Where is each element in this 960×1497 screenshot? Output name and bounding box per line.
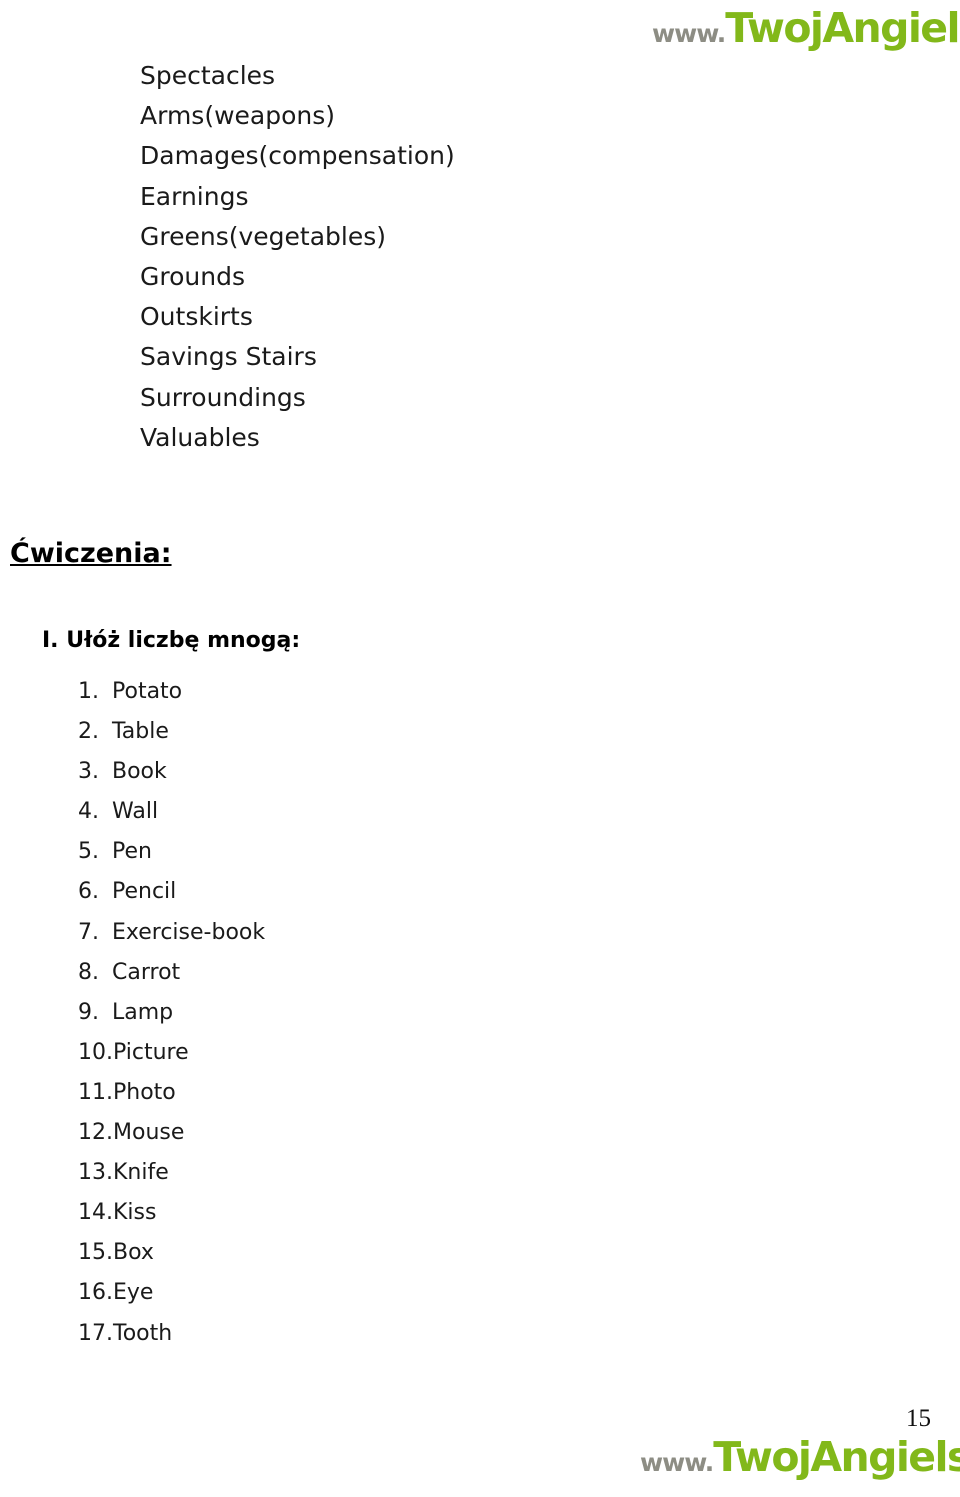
list-item-word: Wall xyxy=(112,799,159,825)
list-item: 2. Table xyxy=(78,712,578,752)
logo-www-prefix: www. xyxy=(640,1448,714,1477)
list-item-number: 11. xyxy=(78,1079,113,1105)
list-item-word: Table xyxy=(112,719,169,745)
list-item: 4. Wall xyxy=(78,792,578,832)
list-item: Damages(compensation) xyxy=(140,141,455,171)
list-item: 12.Mouse xyxy=(78,1113,578,1153)
header-site-logo: www.TwojAngielski.pl xyxy=(652,8,960,49)
list-item: 15.Box xyxy=(78,1233,578,1273)
list-item-word: Potato xyxy=(112,679,183,704)
list-item: Surroundings xyxy=(140,382,306,412)
list-item: 16.Eye xyxy=(78,1273,578,1313)
list-item: 14.Kiss xyxy=(78,1193,578,1233)
list-item: 9. Lamp xyxy=(78,993,578,1033)
task-instruction: I. Ułóż liczbę mnogą: xyxy=(42,628,301,653)
page-number: 15 xyxy=(906,1405,931,1432)
list-item-number: 14. xyxy=(78,1200,113,1226)
list-item-word: Pencil xyxy=(112,879,177,905)
section-heading-exercises: Ćwiczenia: xyxy=(10,538,172,569)
logo-brand-name: TwojAngielski xyxy=(713,1433,960,1481)
list-item: 17.Tooth xyxy=(78,1314,578,1354)
list-item: 1. Potato xyxy=(78,672,578,712)
list-item-word: Lamp xyxy=(112,999,174,1025)
list-item: 8. Carrot xyxy=(78,953,578,993)
list-item-number: 5. xyxy=(78,839,99,865)
list-item-word: Eye xyxy=(113,1280,154,1306)
list-item-number: 10. xyxy=(78,1039,113,1065)
list-item: 11.Photo xyxy=(78,1073,578,1113)
list-item-number: 13. xyxy=(78,1160,113,1186)
list-item: Spectacles xyxy=(140,61,276,90)
list-item: Savings Stairs xyxy=(140,342,317,372)
list-item-word: Tooth xyxy=(113,1320,173,1346)
list-item: Valuables xyxy=(140,422,260,452)
list-item-number: 8. xyxy=(78,959,99,985)
list-item: 10.Picture xyxy=(78,1033,578,1073)
list-item-word: Picture xyxy=(113,1039,189,1065)
list-item: 6. Pencil xyxy=(78,872,578,912)
list-item-word: Pen xyxy=(112,839,152,865)
list-item-number: 1. xyxy=(78,679,99,704)
list-item-word: Book xyxy=(112,759,167,785)
list-item-number: 6. xyxy=(78,879,99,905)
footer-site-logo: www.TwojAngielski.pl xyxy=(640,1437,960,1478)
list-item-word: Photo xyxy=(113,1079,176,1105)
list-item-number: 17. xyxy=(78,1320,113,1346)
logo-www-prefix: www. xyxy=(652,19,726,48)
list-item-number: 9. xyxy=(78,999,99,1025)
list-item-number: 16. xyxy=(78,1280,113,1306)
list-item: Earnings xyxy=(140,181,249,211)
list-item: Grounds xyxy=(140,262,245,292)
list-item: Arms(weapons) xyxy=(140,101,336,131)
list-item-word: Mouse xyxy=(113,1120,185,1146)
list-item: 3. Book xyxy=(78,752,578,792)
list-item-word: Box xyxy=(113,1240,154,1266)
list-item-word: Exercise-book xyxy=(112,919,266,945)
plural-noun-list: Spectacles Arms(weapons) Damages(compens… xyxy=(140,56,760,458)
list-item: 7. Exercise-book xyxy=(78,913,578,953)
list-item-word: Knife xyxy=(113,1160,169,1186)
list-item: Greens(vegetables) xyxy=(140,221,387,251)
list-item-word: Carrot xyxy=(112,959,181,985)
list-item-number: 7. xyxy=(78,919,99,945)
list-item-number: 12. xyxy=(78,1120,113,1146)
logo-brand-name: TwojAngielski xyxy=(725,4,960,52)
list-item-number: 3. xyxy=(78,759,99,785)
list-item: 5. Pen xyxy=(78,832,578,872)
list-item-number: 15. xyxy=(78,1240,113,1266)
list-item-number: 4. xyxy=(78,799,99,825)
exercise-word-list: 1. Potato 2. Table 3. Book 4. Wall 5. Pen 6. P… xyxy=(78,672,578,1354)
list-item: 13.Knife xyxy=(78,1153,578,1193)
list-item: Outskirts xyxy=(140,302,253,332)
list-item-number: 2. xyxy=(78,719,99,745)
list-item-word: Kiss xyxy=(113,1200,157,1226)
